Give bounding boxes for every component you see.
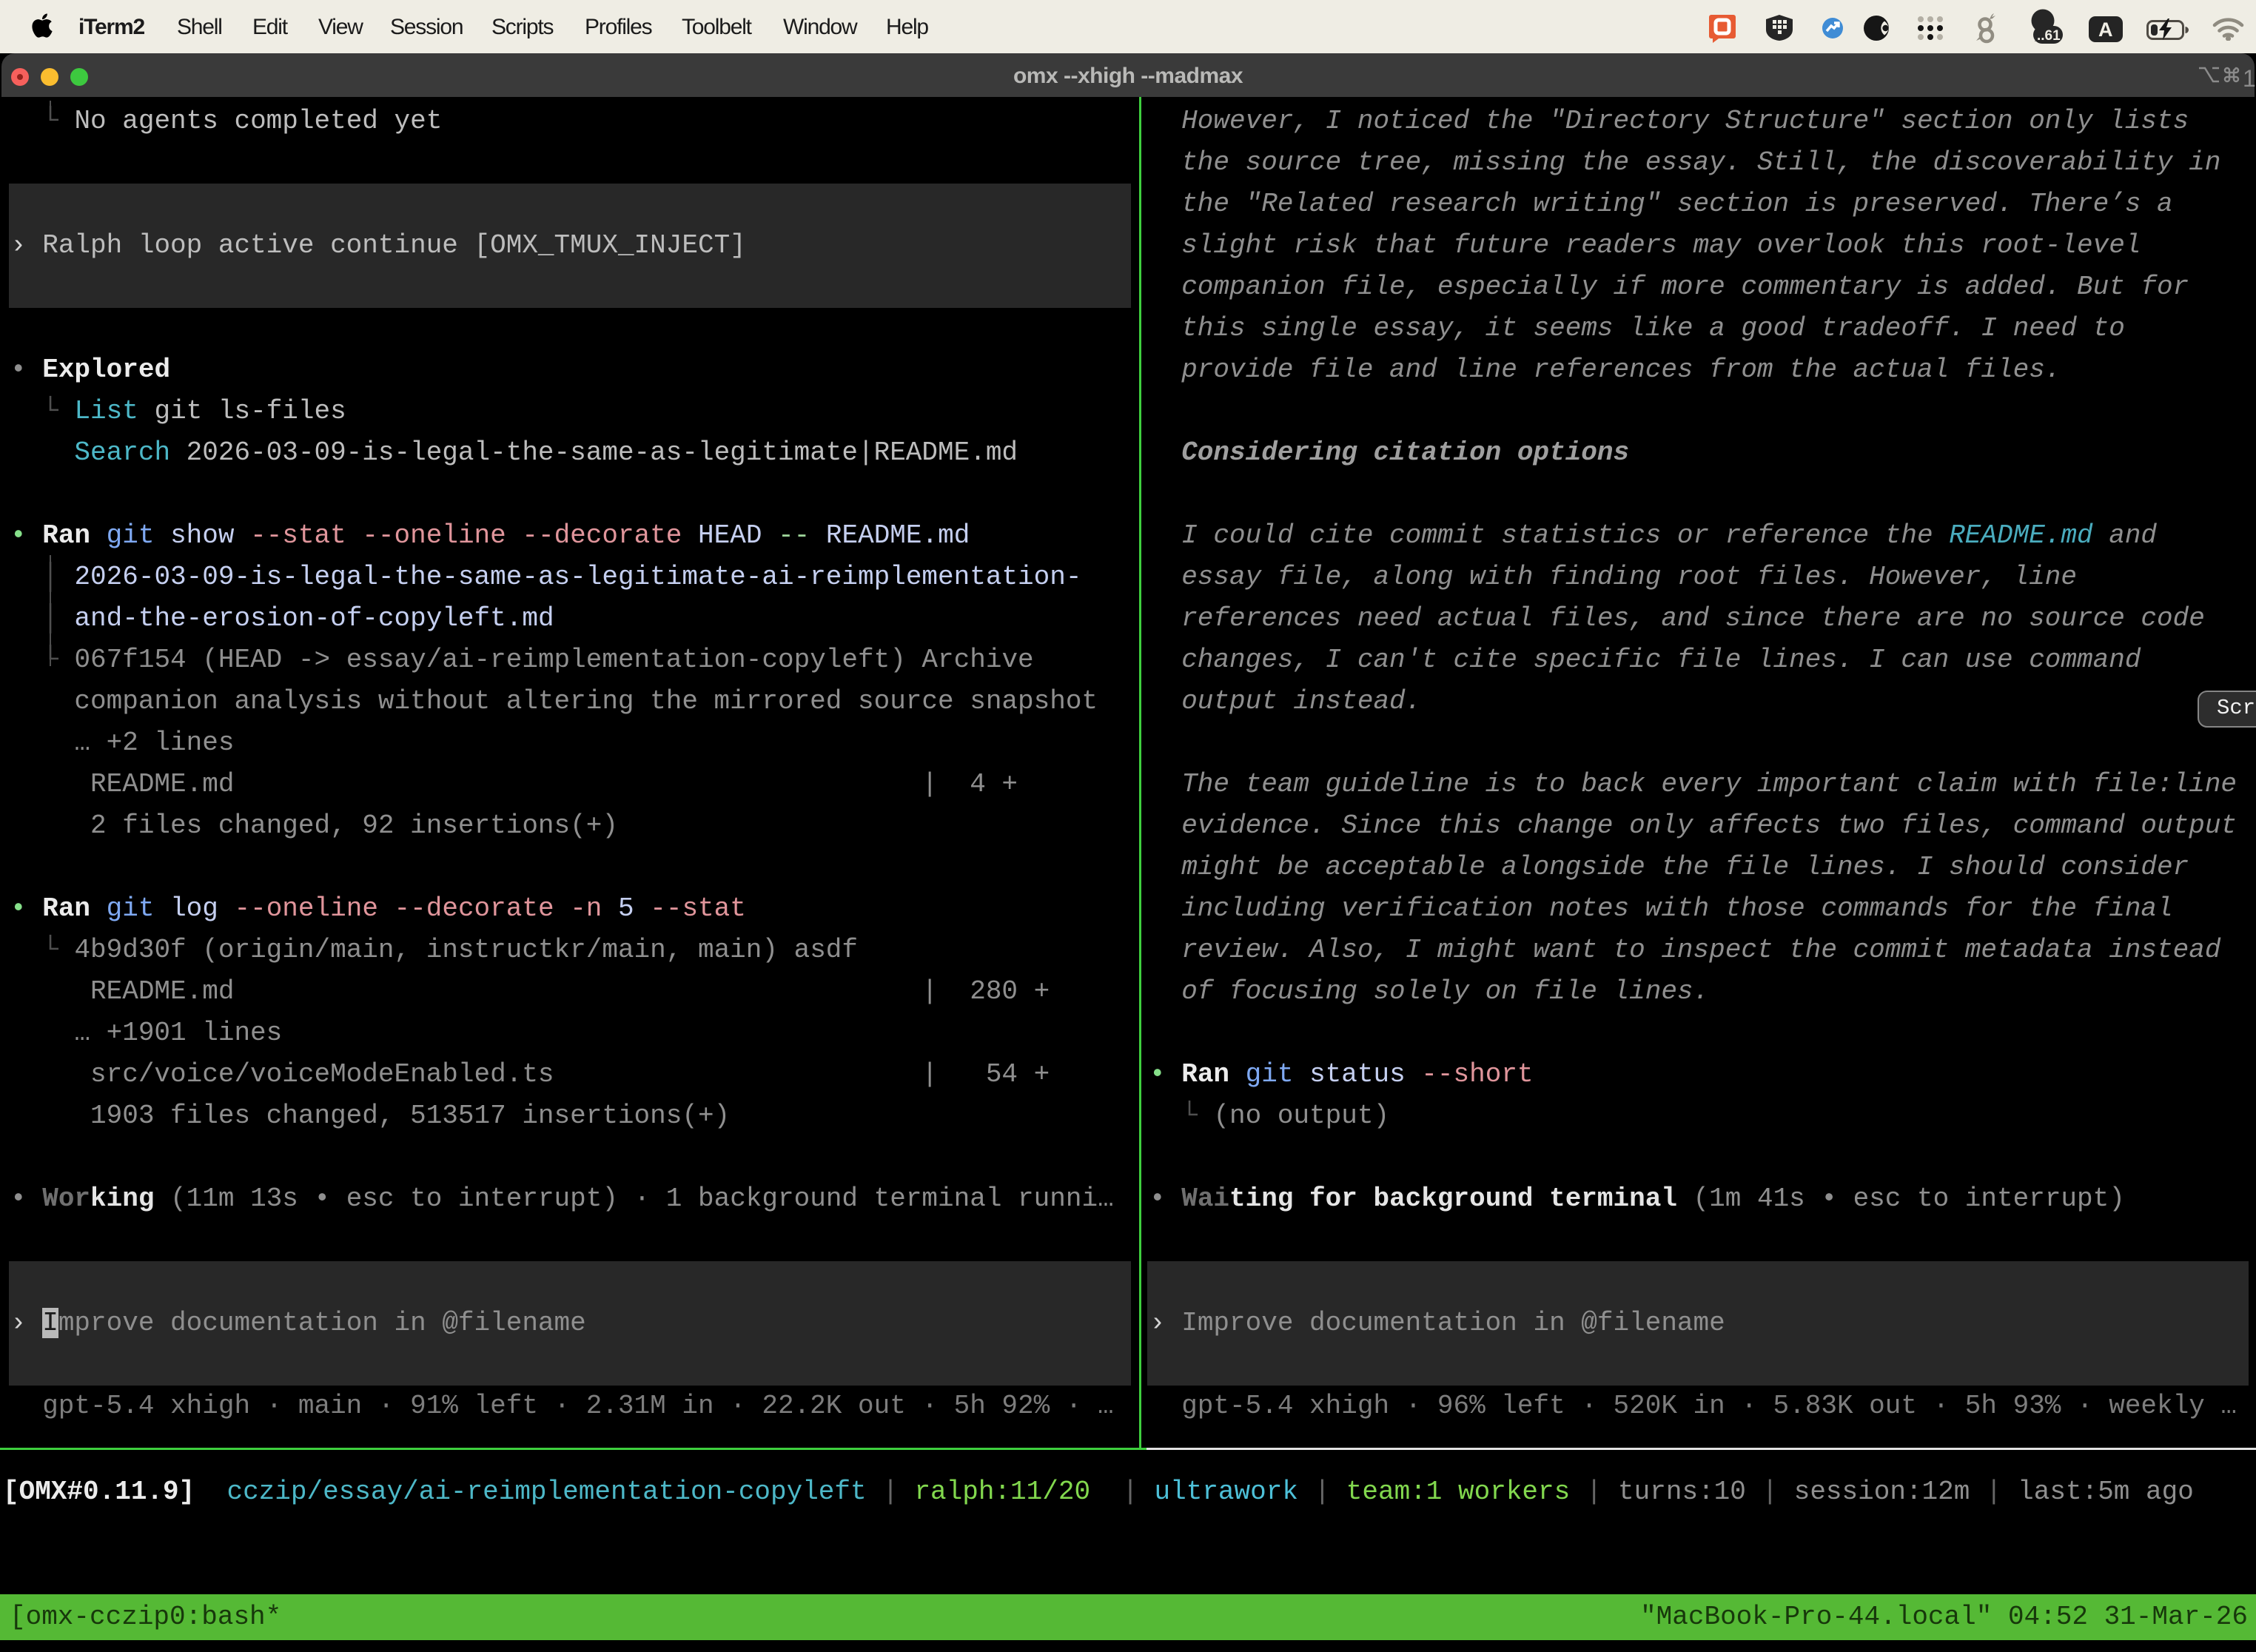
- svg-text:A: A: [2098, 19, 2113, 41]
- svg-text:..61: ..61: [2037, 28, 2061, 44]
